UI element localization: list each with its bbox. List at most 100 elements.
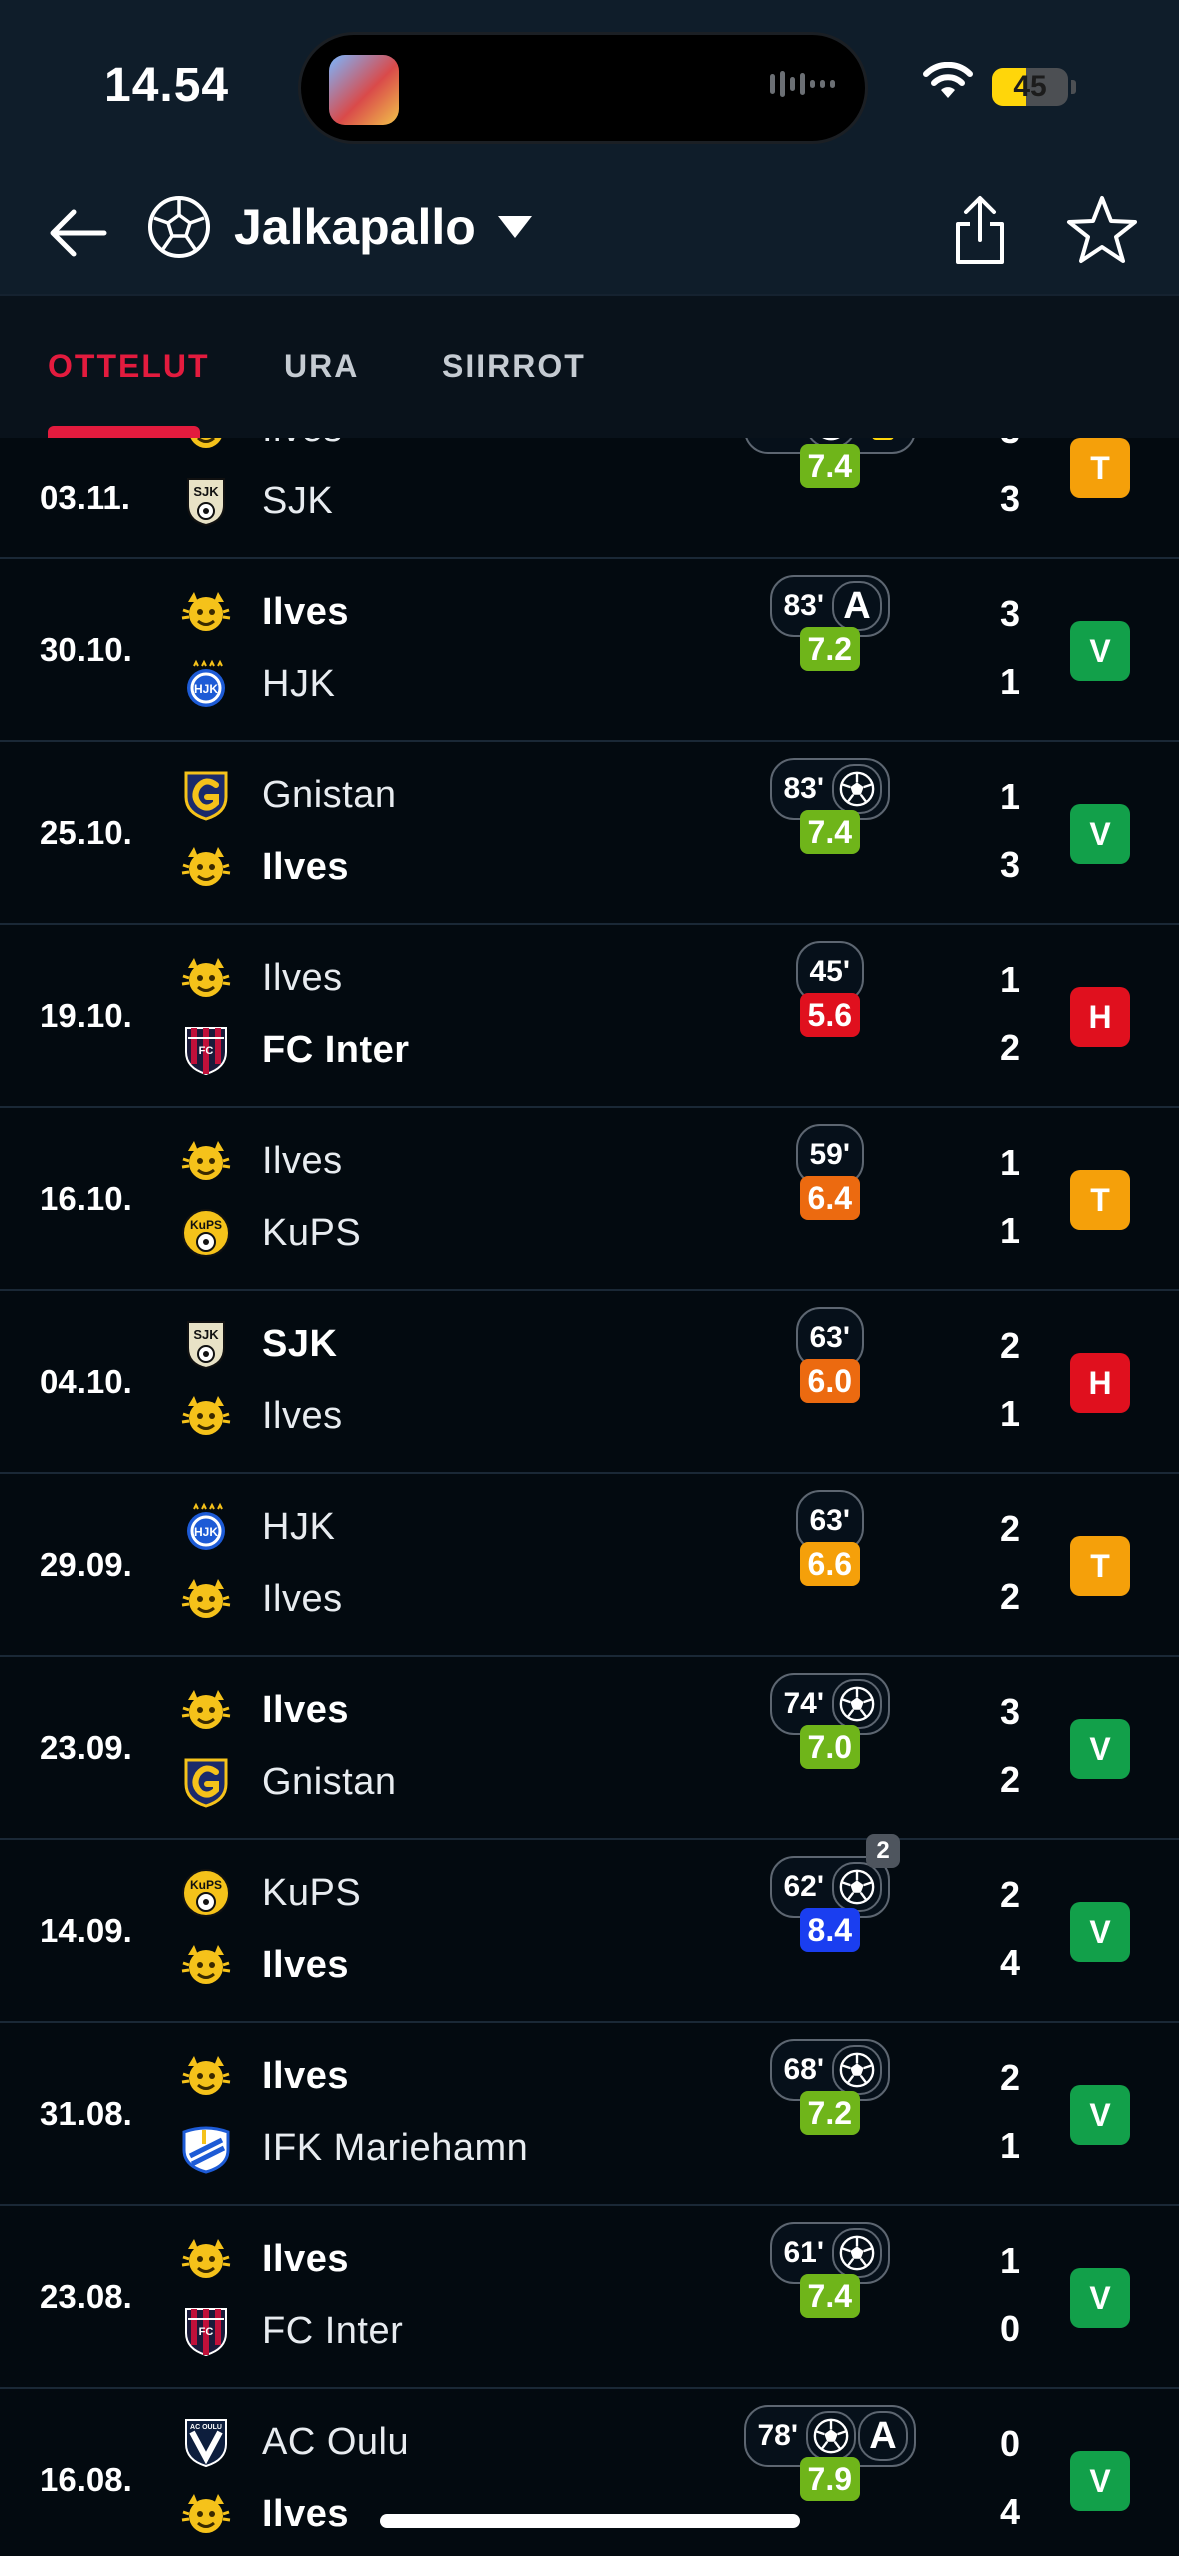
player-rating-badge: 7.4 <box>799 444 860 488</box>
match-row[interactable]: 29.09. HJK HJK Ilves 63' 6.6 2 2 T <box>0 1474 1179 1657</box>
goal-ball-icon <box>832 2228 883 2278</box>
match-row[interactable]: 23.09. Ilves Gnistan 74' 7.0 3 2 V <box>0 1657 1179 1840</box>
player-performance: 62' 2 8.4 <box>769 1834 901 2006</box>
gnistan-crest-icon <box>180 1756 232 1808</box>
match-row[interactable]: 31.08. Ilves IFK Mariehamn 68' 7.2 2 1 V <box>0 2023 1179 2206</box>
match-date: 16.10. <box>40 1179 132 1217</box>
match-date: 03.11. <box>40 478 130 516</box>
player-rating-badge: 6.6 <box>799 1542 860 1586</box>
match-list[interactable]: 03.11. Ilves SJK SJK 85' 7.4 3 3 T 30.10. Ilves HJK… <box>0 438 1179 2556</box>
ilves-crest-icon <box>180 2233 232 2285</box>
home-team-name: SJK <box>262 1322 338 1365</box>
match-row[interactable]: 23.08. Ilves FC FC Inter 61' 7.4 1 0 V <box>0 2206 1179 2389</box>
result-badge: V <box>1070 621 1130 681</box>
svg-text:AC OULU: AC OULU <box>190 2424 222 2431</box>
player-performance: 74' 7.0 <box>769 1673 891 1823</box>
ilves-crest-icon <box>180 1684 232 1736</box>
sjk-crest-icon: SJK <box>180 475 232 527</box>
away-team: KuPS KuPS <box>180 1202 361 1264</box>
player-performance: 68' 7.2 <box>769 2039 891 2189</box>
away-team-name: Ilves <box>262 1577 343 1620</box>
minutes-played: 63' <box>809 1504 851 1537</box>
match-row[interactable]: 30.10. Ilves HJK HJK 83' A 7.2 3 1 V <box>0 559 1179 742</box>
tab-ura[interactable]: URA <box>284 348 359 385</box>
dynamic-island[interactable] <box>298 32 868 144</box>
player-performance: 63' 6.0 <box>795 1307 865 1457</box>
inter-crest-icon: FC <box>180 2305 232 2357</box>
match-row[interactable]: 19.10. Ilves FC FC Inter 45' 5.6 1 2 H <box>0 925 1179 1108</box>
minutes-played: 68' <box>783 2053 825 2086</box>
player-rating-badge: 7.9 <box>799 2457 860 2501</box>
audio-waveform-icon <box>770 71 835 97</box>
kups-crest-icon: KuPS <box>180 1867 232 1919</box>
minutes-played: 78' <box>757 2419 799 2452</box>
match-date: 30.10. <box>40 630 132 668</box>
away-team-name: KuPS <box>262 1211 362 1254</box>
home-score: 1 <box>999 1142 1021 1183</box>
away-score: 4 <box>999 1942 1021 1983</box>
match-row[interactable]: 04.10. SJK SJK Ilves 63' 6.0 2 1 H <box>0 1291 1179 1474</box>
home-team-name: Ilves <box>262 956 343 999</box>
goal-ball-icon <box>832 2045 883 2095</box>
match-row[interactable]: 16.08. AC OULU AC Oulu Ilves 78' A 7.9 0 4 V <box>0 2389 1179 2556</box>
match-row[interactable]: 03.11. Ilves SJK SJK 85' 7.4 3 3 T <box>0 438 1179 559</box>
player-performance: 83' 7.4 <box>769 758 891 908</box>
result-badge: H <box>1070 1353 1130 1413</box>
ilves-crest-icon <box>180 1390 232 1442</box>
match-date: 23.08. <box>40 2277 132 2315</box>
star-icon[interactable] <box>1066 194 1138 266</box>
player-rating-badge: 7.0 <box>799 1725 860 1769</box>
home-score: 2 <box>999 1874 1021 1915</box>
home-indicator[interactable] <box>380 2514 800 2528</box>
sport-title[interactable]: Jalkapallo <box>234 198 476 256</box>
away-team: Ilves <box>180 1934 349 1996</box>
home-score: 1 <box>999 776 1021 817</box>
away-score: 1 <box>999 661 1021 702</box>
tab-ottelut[interactable]: OTTELUT <box>48 348 210 385</box>
match-row[interactable]: 16.10. Ilves KuPS KuPS 59' 6.4 1 1 T <box>0 1108 1179 1291</box>
match-row[interactable]: 25.10. Gnistan Ilves 83' 7.4 1 3 V <box>0 742 1179 925</box>
status-time: 14.54 <box>104 59 230 112</box>
away-team-name: HJK <box>262 662 336 705</box>
match-date: 25.10. <box>40 813 132 851</box>
home-team: Ilves <box>180 2045 349 2107</box>
minutes-played: 45' <box>809 955 851 988</box>
tab-siirrot[interactable]: SIIRROT <box>442 348 586 385</box>
back-arrow-icon[interactable] <box>44 198 114 268</box>
player-performance: 59' 6.4 <box>795 1124 865 1274</box>
ilves-crest-icon <box>180 952 232 1004</box>
ifk-crest-icon <box>180 2122 232 2174</box>
away-team-name: Gnistan <box>262 1760 397 1803</box>
player-performance: 85' 7.4 <box>743 438 917 542</box>
match-date: 04.10. <box>40 1362 132 1400</box>
away-team: Ilves <box>180 836 349 898</box>
away-score: 1 <box>999 2125 1021 2166</box>
player-performance: 78' A 7.9 <box>743 2405 917 2555</box>
ilves-crest-icon <box>180 586 232 638</box>
assist-icon: A <box>858 2411 909 2461</box>
home-score: 2 <box>999 2057 1021 2098</box>
home-team: Ilves <box>180 2228 349 2290</box>
player-rating-badge: 7.4 <box>799 2274 860 2318</box>
away-score: 3 <box>999 844 1021 885</box>
now-playing-app-icon <box>329 55 399 125</box>
match-row[interactable]: 14.09. KuPS KuPS Ilves 62' 2 8.4 2 4 V <box>0 1834 1179 2023</box>
tab-bar: OTTELUT URA SIIRROT <box>0 294 1179 438</box>
away-team-name: Ilves <box>262 845 350 888</box>
away-team: Ilves <box>180 2483 349 2545</box>
chevron-down-icon[interactable] <box>496 214 534 242</box>
battery-icon: 45 <box>992 68 1068 106</box>
goal-ball-icon <box>806 2411 857 2461</box>
result-badge: V <box>1070 804 1130 864</box>
away-team: Ilves <box>180 1568 343 1630</box>
ilves-crest-icon <box>180 438 232 455</box>
result-badge: V <box>1070 2451 1130 2511</box>
svg-text:HJK: HJK <box>194 682 218 696</box>
home-score: 3 <box>999 1691 1021 1732</box>
goal-ball-icon <box>832 1679 883 1729</box>
away-team-name: Ilves <box>262 2492 350 2535</box>
home-team-name: Ilves <box>262 2054 350 2097</box>
home-team-name: HJK <box>262 1505 336 1548</box>
svg-text:SJK: SJK <box>193 484 219 499</box>
share-icon[interactable] <box>948 194 1012 268</box>
